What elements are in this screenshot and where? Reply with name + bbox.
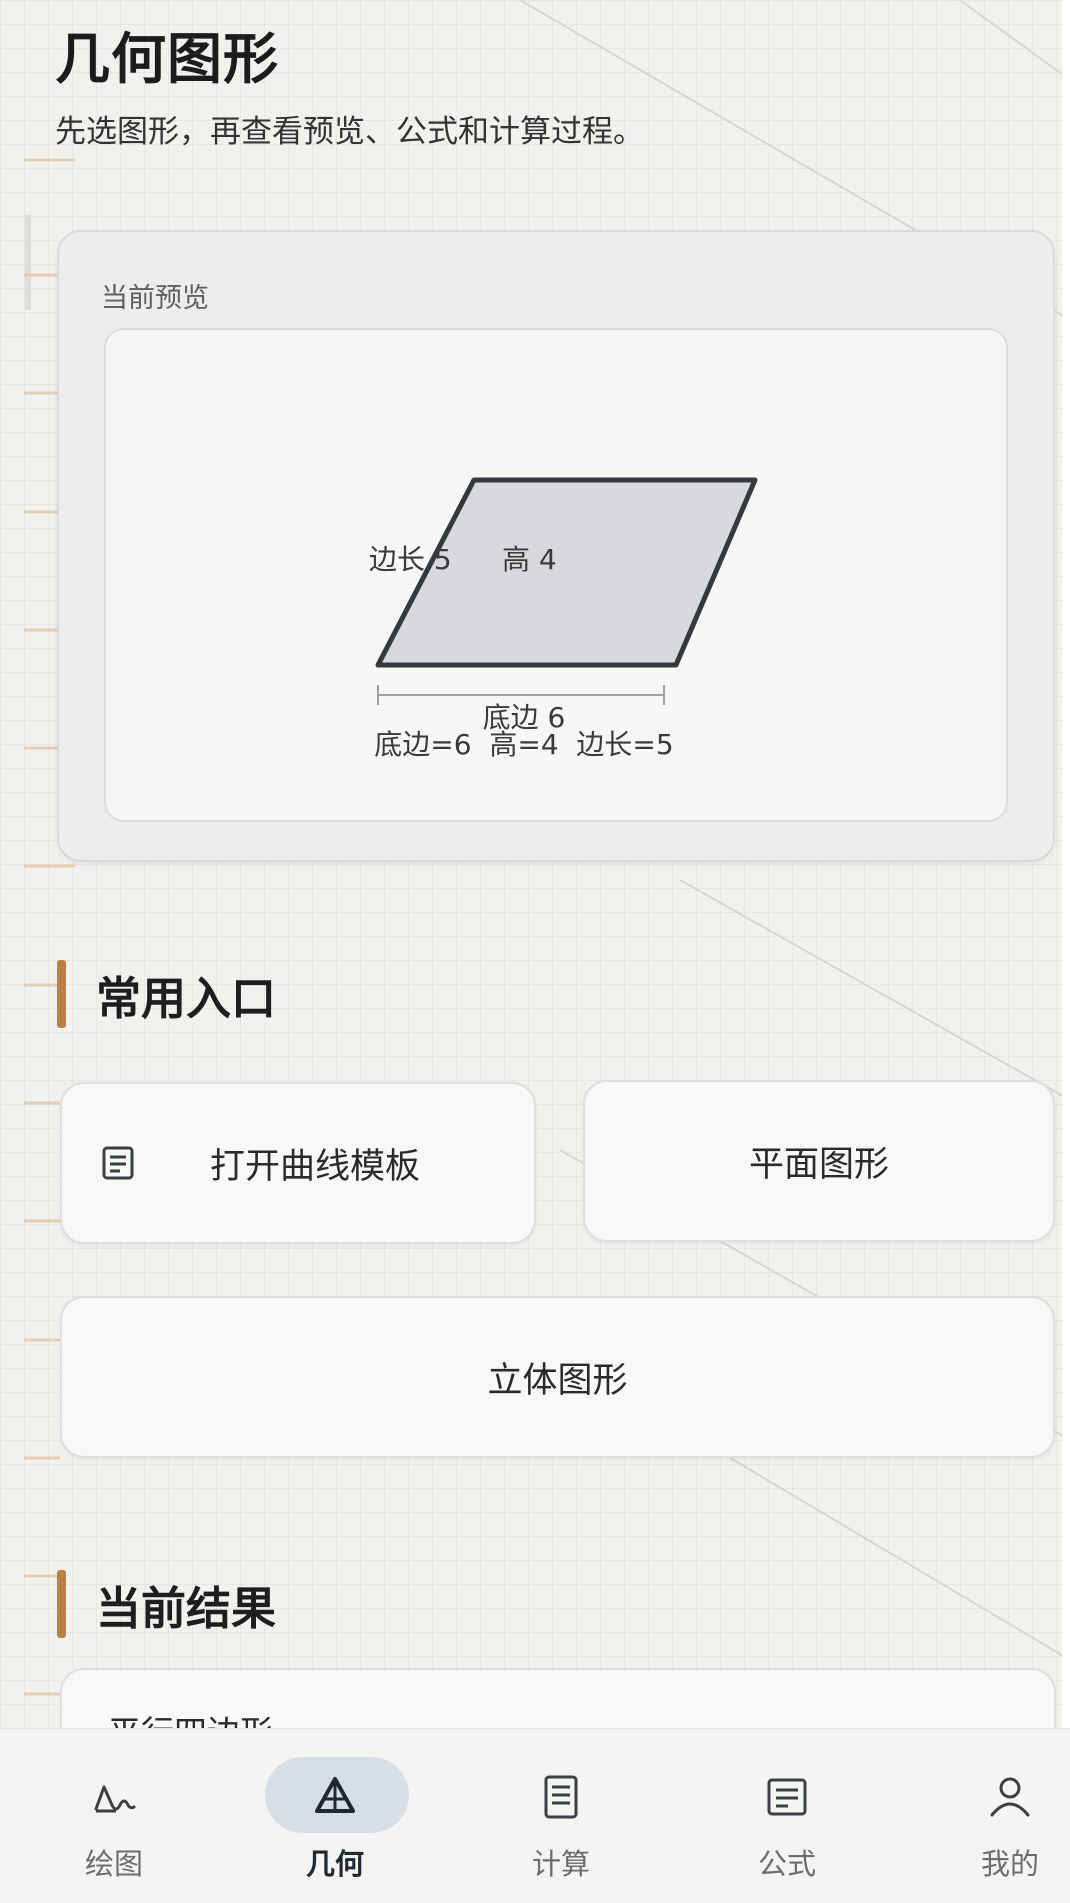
nav-label-calculate: 计算 [531, 1847, 590, 1881]
plane-shapes-label: 平面图形 [748, 1144, 889, 1185]
triangle-icon [315, 1777, 355, 1813]
page-title: 几何图形 [55, 27, 280, 91]
section-current-result: 当前结果 [57, 1568, 276, 1640]
curve-icon [94, 1785, 136, 1813]
section-accent-bar [57, 1570, 66, 1638]
nav-label-formula: 公式 [757, 1847, 816, 1881]
nav-item-profile[interactable]: 我的 [903, 1729, 1070, 1903]
nav-item-geometry[interactable]: 几何 [228, 1729, 442, 1903]
nav-label-draw: 绘图 [84, 1847, 143, 1881]
open-curve-template-label: 打开曲线模板 [210, 1146, 421, 1187]
height-label: 高 4 [502, 543, 557, 576]
preview-canvas: 边长 5 高 4 底边 6 底边=6 高=4 边长=5 [104, 328, 1008, 822]
nav-item-formula[interactable]: 公式 [680, 1729, 894, 1903]
nav-label-geometry: 几何 [305, 1847, 364, 1881]
right-edge [1062, 0, 1070, 1902]
parallelogram-preview: 边长 5 高 4 底边 6 底边=6 高=4 边长=5 [369, 477, 758, 761]
preview-card: 当前预览 边长 5 高 4 底边 6 底边=6 高=4 边长=5 [57, 230, 1055, 862]
formula-icon [767, 1778, 807, 1816]
section-title-common: 常用入口 [96, 971, 277, 1025]
solid-shapes-label: 立体图形 [487, 1360, 628, 1401]
section-accent-bar [57, 960, 66, 1028]
open-curve-template-button[interactable]: 打开曲线模板 [60, 1082, 536, 1244]
side-label: 边长 5 [369, 543, 452, 576]
user-icon [990, 1777, 1030, 1817]
plane-shapes-button[interactable]: 平面图形 [583, 1080, 1055, 1242]
section-title-result: 当前结果 [96, 1581, 277, 1635]
page-subtitle: 先选图形，再查看预览、公式和计算过程。 [55, 114, 644, 150]
section-common-entries: 常用入口 [57, 958, 276, 1030]
document-icon [102, 1146, 134, 1180]
list-icon [544, 1775, 578, 1819]
solid-shapes-button[interactable]: 立体图形 [60, 1296, 1055, 1458]
preview-label: 当前预览 [101, 283, 209, 314]
nav-label-profile: 我的 [980, 1847, 1039, 1881]
bottom-navigation: 绘图 几何 计算 公式 我的 [0, 1728, 1070, 1903]
nav-item-calculate[interactable]: 计算 [454, 1729, 668, 1903]
dimension-summary: 底边=6 高=4 边长=5 [374, 728, 673, 761]
nav-item-draw[interactable]: 绘图 [7, 1729, 221, 1903]
